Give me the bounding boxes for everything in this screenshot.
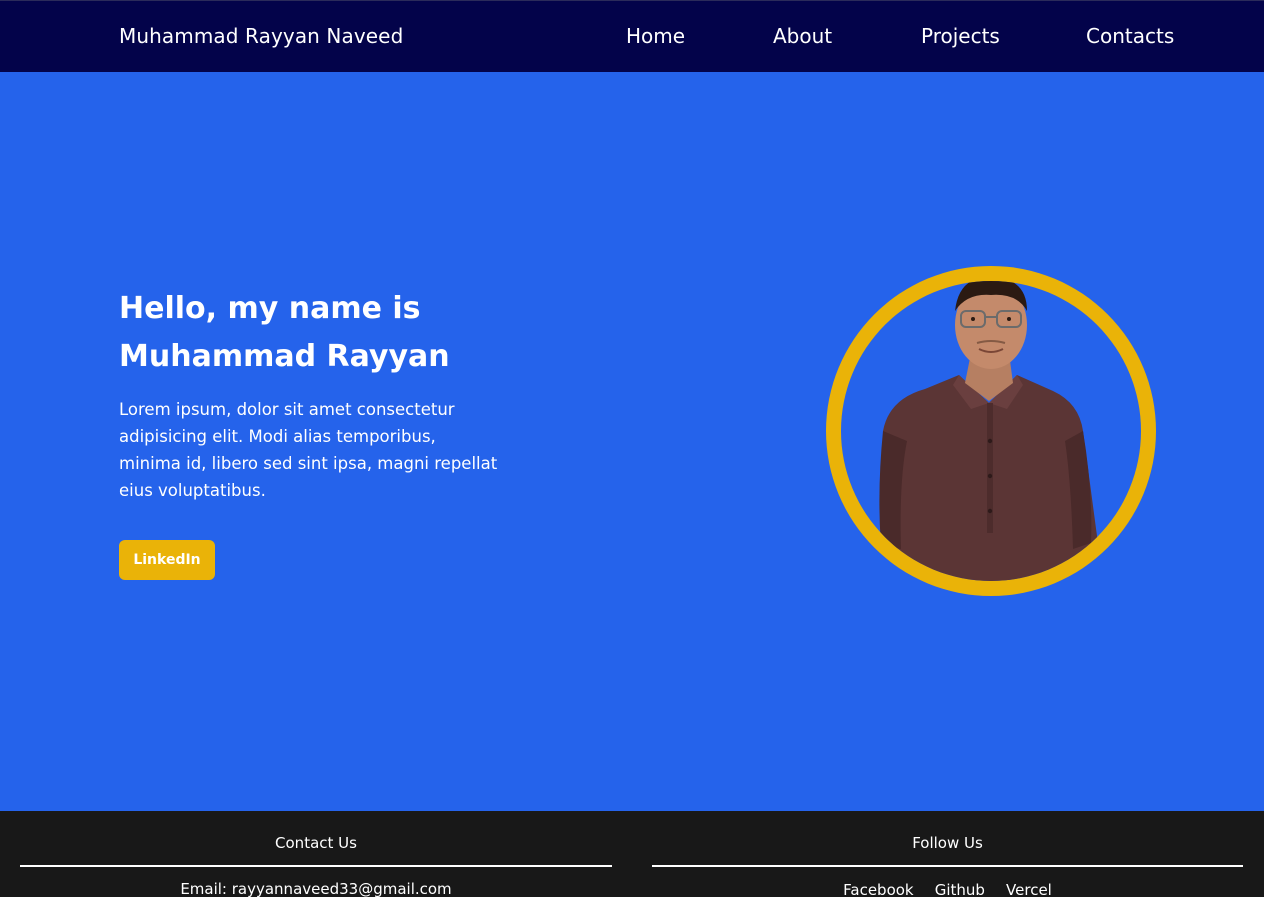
contact-divider <box>20 865 612 867</box>
nav-link-about[interactable]: About <box>773 24 832 48</box>
page: Muhammad Rayyan Naveed Home About Projec… <box>0 0 1266 897</box>
social-links: Facebook Github Vercel <box>652 880 1243 897</box>
hero-section: Hello, my name is Muhammad Rayyan Lorem … <box>0 72 1264 811</box>
social-link-vercel[interactable]: Vercel <box>1006 881 1052 897</box>
footer: Contact Us Email: rayyannaveed33@gmail.c… <box>0 811 1264 897</box>
contact-section: Contact Us Email: rayyannaveed33@gmail.c… <box>20 811 612 897</box>
navbar: Muhammad Rayyan Naveed Home About Projec… <box>0 0 1264 72</box>
linkedin-button[interactable]: LinkedIn <box>119 540 215 580</box>
contact-heading: Contact Us <box>275 834 357 852</box>
profile-photo <box>879 281 1103 581</box>
brand-name[interactable]: Muhammad Rayyan Naveed <box>119 24 403 48</box>
follow-heading: Follow Us <box>912 834 983 852</box>
nav-link-projects[interactable]: Projects <box>921 24 1000 48</box>
follow-divider <box>652 865 1243 867</box>
follow-section: Follow Us Facebook Github Vercel <box>652 811 1243 897</box>
avatar <box>841 281 1141 581</box>
avatar-frame <box>826 266 1156 596</box>
social-link-facebook[interactable]: Facebook <box>843 881 913 897</box>
hero-title: Hello, my name is Muhammad Rayyan <box>119 291 450 374</box>
social-link-github[interactable]: Github <box>935 881 985 897</box>
hero-description: Lorem ipsum, dolor sit amet consectetur … <box>119 400 498 500</box>
nav-link-home[interactable]: Home <box>626 24 685 48</box>
contact-email[interactable]: Email: rayyannaveed33@gmail.com <box>20 880 612 897</box>
nav-link-contacts[interactable]: Contacts <box>1086 24 1174 48</box>
